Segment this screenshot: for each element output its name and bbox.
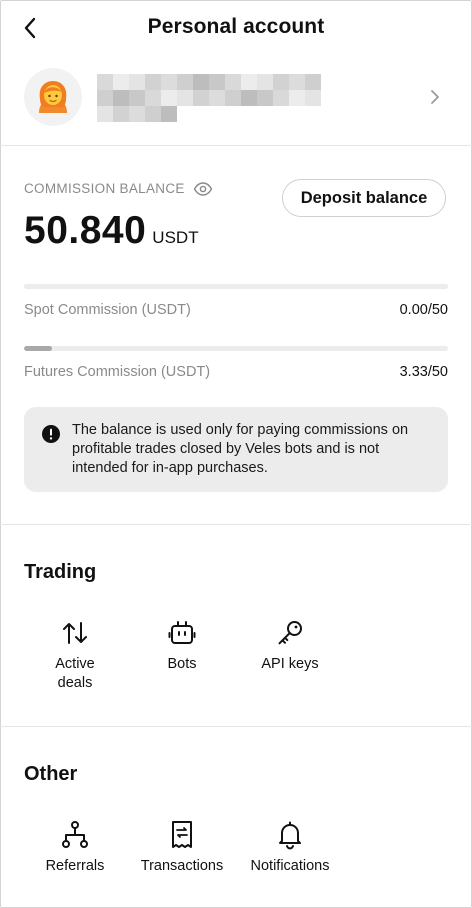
hierarchy-icon [62, 821, 88, 848]
bots-label: Bots [167, 656, 197, 672]
balance-amount: 50.840 USDT [24, 209, 199, 253]
person-avatar-icon [39, 81, 67, 113]
notice-text: The balance is used only for paying comm… [72, 422, 409, 476]
spot-commission-bar [24, 284, 448, 289]
receipt-icon [172, 821, 192, 848]
blurred-username [97, 74, 323, 124]
transactions-button[interactable]: Transactions [137, 819, 227, 876]
notifications-label: Notifications [250, 858, 330, 874]
bots-button[interactable]: Bots [137, 617, 227, 674]
balance-number: 50.840 [24, 209, 147, 252]
chevron-right-icon [426, 86, 444, 108]
referrals-button[interactable]: Referrals [30, 819, 120, 876]
transactions-label: Transactions [140, 858, 224, 874]
balance-notice: The balance is used only for paying comm… [24, 407, 448, 492]
api-keys-button[interactable]: API keys [245, 617, 335, 674]
active-deals-button[interactable]: Active deals [30, 617, 120, 693]
referrals-label: Referrals [45, 858, 105, 874]
deposit-balance-button[interactable]: Deposit balance [282, 179, 446, 217]
active-deals-label: Active deals [55, 656, 95, 691]
futures-commission-value: 3.33/50 [399, 364, 448, 380]
robot-icon [168, 621, 196, 644]
eye-icon[interactable] [193, 181, 213, 196]
futures-commission-label: Futures Commission (USDT) [24, 364, 211, 380]
key-icon [278, 621, 302, 645]
divider [0, 524, 472, 525]
trading-section-title: Trading [24, 561, 97, 583]
spot-commission-value: 0.00/50 [399, 302, 448, 318]
page-title: Personal account [147, 15, 325, 38]
header: Personal account [0, 0, 472, 58]
exclamation-circle-icon [42, 425, 60, 443]
commission-balance-label: COMMISSION BALANCE [24, 181, 213, 196]
divider [0, 145, 472, 146]
avatar[interactable] [24, 68, 82, 126]
balance-label-text: COMMISSION BALANCE [24, 181, 185, 196]
futures-commission-bar-fill [24, 346, 53, 351]
notifications-button[interactable]: Notifications [245, 819, 335, 876]
balance-unit: USDT [152, 228, 199, 247]
futures-commission-bar [24, 346, 448, 351]
profile-row[interactable] [0, 60, 472, 144]
api-keys-label: API keys [261, 656, 319, 672]
other-section-title: Other [24, 763, 78, 785]
spot-commission-label: Spot Commission (USDT) [24, 302, 191, 318]
bell-icon [279, 821, 301, 850]
up-down-arrows-icon [63, 622, 87, 644]
divider [0, 726, 472, 727]
